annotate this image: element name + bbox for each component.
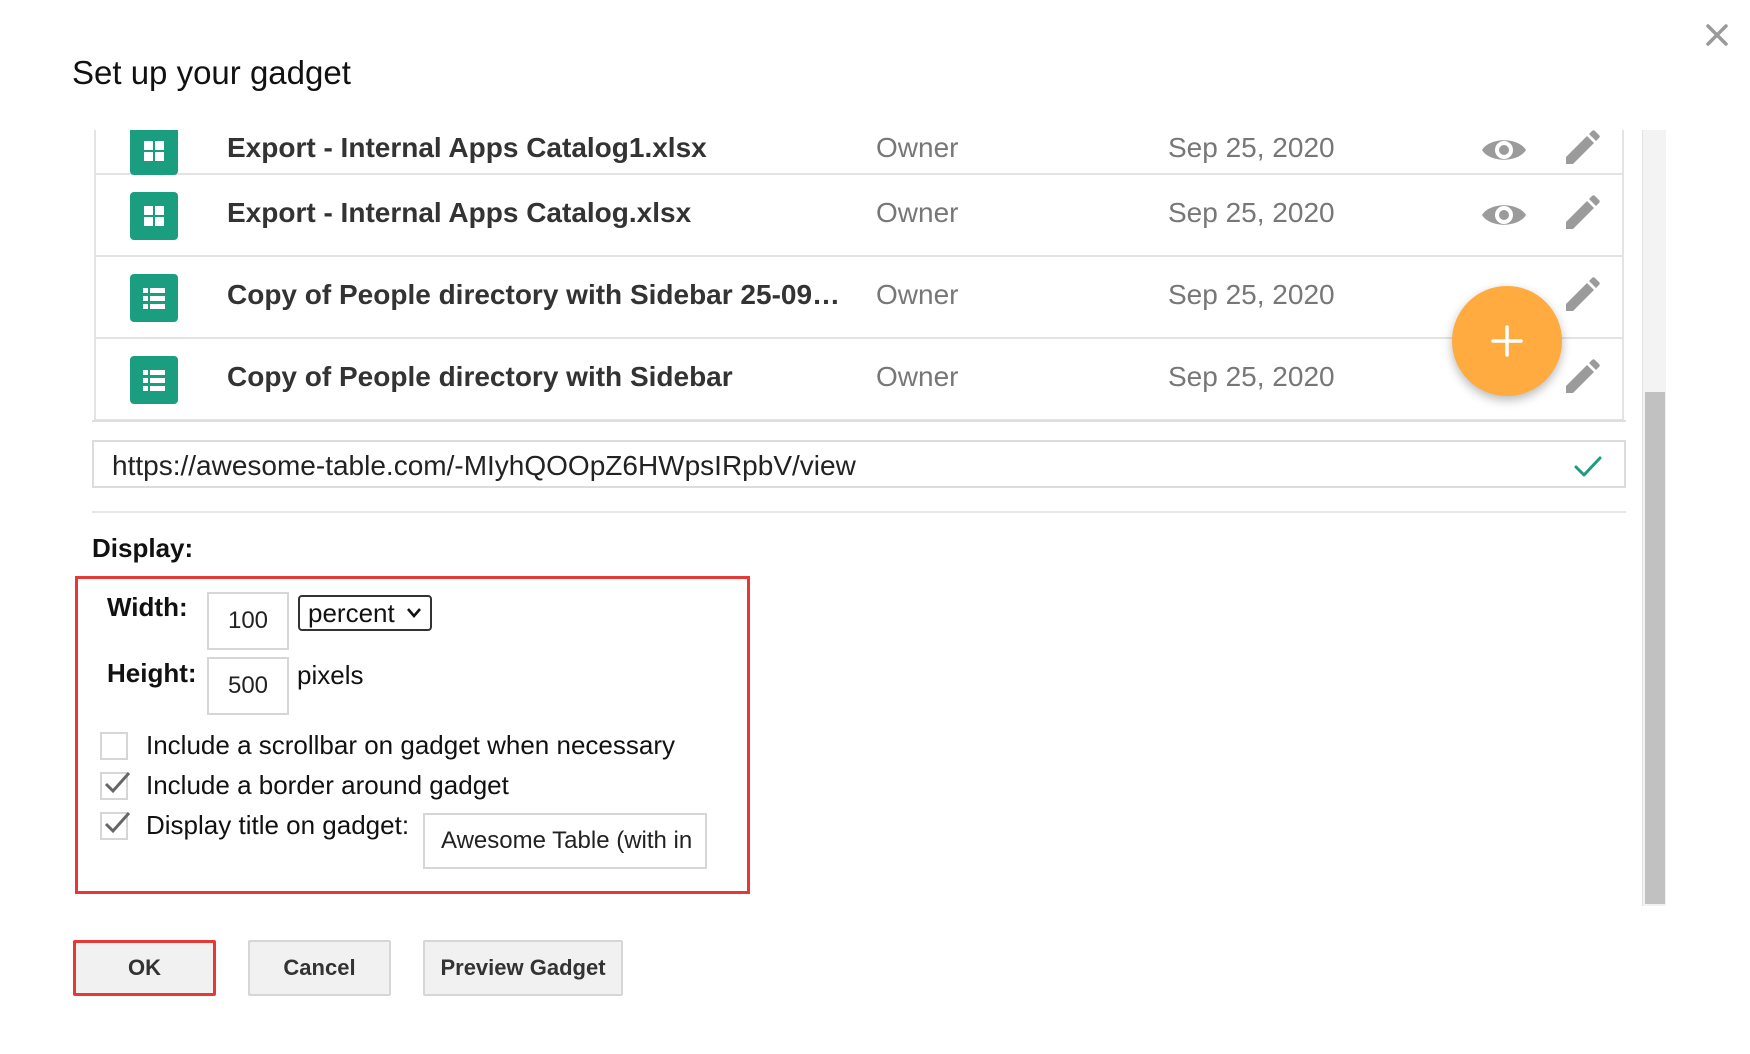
file-role: Owner <box>876 197 959 228</box>
title-label: Display title on gadget: <box>146 810 410 840</box>
check-icon <box>1574 456 1602 477</box>
dialog-title: Set up your gadget <box>72 54 351 91</box>
file-role: Owner <box>876 279 959 310</box>
file-list: Export - Internal Apps Catalog1.xlsx Own… <box>92 130 1626 422</box>
chevron-down-icon <box>407 608 421 618</box>
border-label: Include a border around gadget <box>146 770 509 800</box>
pencil-icon[interactable] <box>1562 130 1602 167</box>
eye-icon[interactable] <box>1480 133 1528 167</box>
pencil-icon[interactable] <box>1562 356 1602 396</box>
file-row[interactable]: Copy of People directory with Sidebar 25… <box>94 257 1624 339</box>
url-field[interactable]: https://awesome-table.com/-MIyhQOOpZ6HWp… <box>92 440 1626 488</box>
width-input[interactable]: 100 <box>207 592 289 650</box>
divider <box>92 511 1626 513</box>
height-label: Height: <box>107 658 197 688</box>
pencil-icon[interactable] <box>1562 274 1602 314</box>
grid-icon <box>130 130 178 175</box>
border-checkbox[interactable] <box>100 772 131 800</box>
file-row[interactable]: Copy of People directory with Sidebar Ow… <box>94 339 1624 420</box>
checkmark-icon <box>104 772 131 794</box>
file-date: Sep 25, 2020 <box>1168 361 1335 392</box>
list-icon <box>130 356 178 404</box>
close-button[interactable] <box>1700 18 1734 52</box>
file-name: Export - Internal Apps Catalog.xlsx <box>227 197 692 228</box>
file-name: Copy of People directory with Sidebar 25… <box>227 279 847 310</box>
pencil-icon[interactable] <box>1562 192 1602 232</box>
title-checkbox[interactable] <box>100 812 131 840</box>
close-icon <box>1706 24 1728 46</box>
file-name: Copy of People directory with Sidebar <box>227 361 733 392</box>
plus-icon <box>1491 325 1523 357</box>
height-input[interactable]: 500 <box>207 657 289 715</box>
cancel-button[interactable]: Cancel <box>248 940 391 996</box>
list-icon <box>130 274 178 322</box>
gadget-title-input[interactable]: Awesome Table (with in <box>423 813 707 869</box>
file-row[interactable]: Export - Internal Apps Catalog1.xlsx Own… <box>94 130 1624 175</box>
file-row[interactable]: Export - Internal Apps Catalog.xlsx Owne… <box>94 175 1624 257</box>
file-name: Export - Internal Apps Catalog1.xlsx <box>227 132 707 163</box>
eye-icon[interactable] <box>1480 198 1528 232</box>
file-role: Owner <box>876 132 959 163</box>
url-value: https://awesome-table.com/-MIyhQOOpZ6HWp… <box>112 450 856 481</box>
width-unit-value: percent <box>308 597 395 628</box>
scrollbar-label: Include a scrollbar on gadget when neces… <box>146 730 675 760</box>
scrollbar-thumb[interactable] <box>1645 392 1665 904</box>
checkmark-icon <box>104 812 131 834</box>
height-unit: pixels <box>297 660 364 690</box>
grid-icon <box>130 192 178 240</box>
file-date: Sep 25, 2020 <box>1168 132 1335 163</box>
preview-gadget-button[interactable]: Preview Gadget <box>423 940 623 996</box>
scrollbar-checkbox[interactable] <box>100 732 128 760</box>
file-date: Sep 25, 2020 <box>1168 279 1335 310</box>
file-role: Owner <box>876 361 959 392</box>
gadget-setup-dialog: Set up your gadget Export - Internal App… <box>0 0 1750 1054</box>
display-label: Display: <box>92 533 194 563</box>
add-button[interactable] <box>1452 286 1562 396</box>
ok-button[interactable]: OK <box>73 940 216 996</box>
file-date: Sep 25, 2020 <box>1168 197 1335 228</box>
width-unit-select[interactable]: percent <box>298 595 432 631</box>
width-label: Width: <box>107 592 188 622</box>
